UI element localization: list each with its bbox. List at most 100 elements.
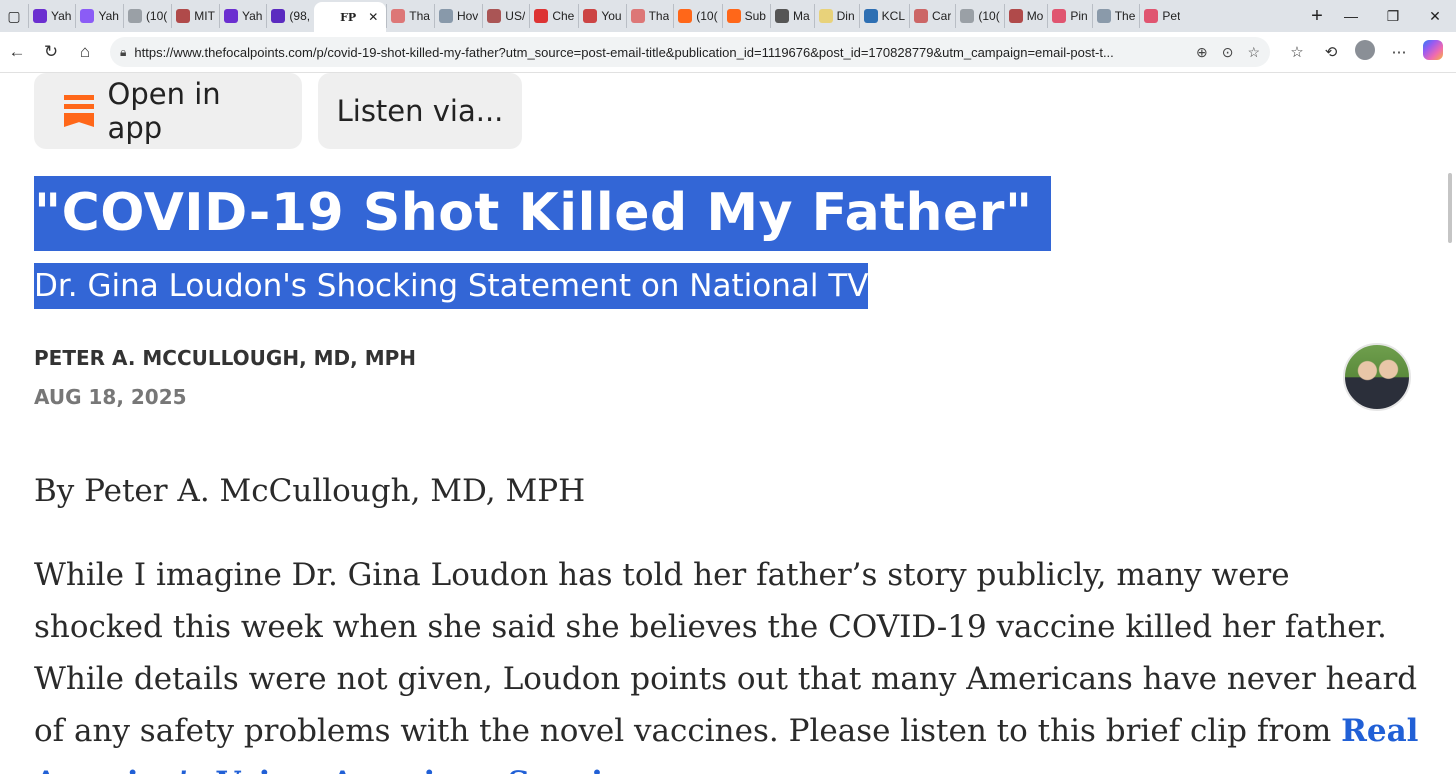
tab[interactable]: Din <box>813 4 859 28</box>
tab[interactable]: Tha <box>625 4 674 28</box>
favorites-icon[interactable]: ☆ <box>1280 43 1314 61</box>
back-icon[interactable]: ← <box>0 42 34 62</box>
tab-label: Tha <box>648 9 670 23</box>
tab[interactable]: Car <box>909 4 955 28</box>
refresh-icon[interactable]: ↻ <box>34 42 68 62</box>
more-tools-icon[interactable]: ⊙ <box>1222 44 1234 61</box>
post-subtitle: Dr. Gina Loudon's Shocking Statement on … <box>34 263 869 309</box>
gp-icon <box>1096 9 1111 23</box>
restore-icon[interactable]: ❐ <box>1372 8 1414 25</box>
tab-label: Tha <box>409 9 430 23</box>
mail-icon <box>176 9 191 23</box>
zoom-icon[interactable]: ⊕ <box>1196 44 1208 61</box>
tab[interactable]: (10( <box>673 4 721 28</box>
mail-icon <box>1008 9 1023 23</box>
tab[interactable]: You <box>578 4 625 28</box>
site-icon <box>818 9 833 23</box>
lock-icon[interactable]: 🔒︎ <box>120 45 126 60</box>
scrollbar[interactable] <box>1448 173 1452 243</box>
tab-label: FP <box>340 10 357 24</box>
window-controls: — ❐ ✕ <box>1330 8 1456 25</box>
tab-label: MIT <box>194 9 215 23</box>
tab-label: Hov <box>456 9 479 23</box>
home-icon[interactable]: ⌂ <box>68 42 102 62</box>
site-icon <box>583 9 598 23</box>
tab-label: (10( <box>145 9 168 23</box>
tab[interactable]: Sub <box>721 4 770 28</box>
tab-label: Yah <box>241 9 263 23</box>
tab[interactable]: (10( <box>955 4 1003 28</box>
history-icon[interactable]: ⟲ <box>1314 43 1348 61</box>
menu-icon[interactable]: ⋯ <box>1382 43 1416 61</box>
profile-avatar[interactable] <box>1348 40 1382 64</box>
tab[interactable]: Pet <box>1139 4 1184 28</box>
tab-active[interactable]: FP ✕ <box>314 2 387 32</box>
article-byline: By Peter A. McCullough, MD, MPH <box>34 473 586 509</box>
site-icon <box>391 9 406 23</box>
author-name[interactable]: PETER A. MCCULLOUGH, MD, MPH <box>34 346 416 370</box>
shield-icon <box>534 9 549 23</box>
wordpress-icon <box>863 9 878 23</box>
tab-label: (10( <box>696 9 718 23</box>
tab[interactable]: Che <box>529 4 578 28</box>
tab[interactable]: Yah <box>75 4 122 28</box>
yahoo-icon <box>80 9 95 23</box>
browser-toolbar: ← ↻ ⌂ 🔒︎ https://www.thefocalpoints.com/… <box>0 32 1456 73</box>
tab[interactable]: Yah <box>218 4 266 28</box>
post-title: "COVID-19 Shot Killed My Father" <box>34 176 1051 251</box>
tab-label: Yah <box>51 9 72 23</box>
address-bar[interactable]: 🔒︎ https://www.thefocalpoints.com/p/covi… <box>110 37 1270 67</box>
substack-icon <box>726 9 741 23</box>
yahoo-icon <box>33 9 47 23</box>
app-buttons: Open in app Listen via... <box>34 73 522 149</box>
tab[interactable]: Ma <box>769 4 814 28</box>
post-subtitle-text: Dr. Gina Loudon's Shocking Statement on … <box>34 263 869 309</box>
favorite-star-icon[interactable]: ☆ <box>1247 44 1260 61</box>
page-content: Open in app Listen via... "COVID-19 Shot… <box>0 73 1456 774</box>
minimize-icon[interactable]: — <box>1330 8 1372 24</box>
article-body: By Peter A. McCullough, MD, MPH While I … <box>34 473 1424 774</box>
post-date: AUG 18, 2025 <box>34 385 187 409</box>
tab-label: Ma <box>792 9 810 23</box>
tab[interactable]: (10( <box>122 4 171 28</box>
tab-label: Mo <box>1026 9 1044 23</box>
tab-label: Sub <box>744 9 766 23</box>
tab[interactable]: Mo <box>1003 4 1048 28</box>
close-window-icon[interactable]: ✕ <box>1414 8 1456 25</box>
tab-label: Pin <box>1070 9 1088 23</box>
tab-label: Che <box>552 9 575 23</box>
tab[interactable]: Yah <box>28 4 75 28</box>
tab[interactable]: The <box>1091 4 1140 28</box>
tab-label: US/ <box>505 9 526 23</box>
fp-icon <box>960 9 975 23</box>
tab[interactable]: KCL <box>858 4 909 28</box>
fp-icon <box>127 9 142 23</box>
site-icon <box>438 9 453 23</box>
article-paragraph: While I imagine Dr. Gina Loudon has told… <box>34 549 1424 774</box>
tab-actions-icon[interactable]: ▢ <box>0 0 28 32</box>
listen-via-label: Listen via... <box>336 94 504 128</box>
tab-list: Yah Yah (10(MIT Yah (98, FP ✕ Tha Hov US/Che You Th… <box>28 0 1304 32</box>
yahoo-icon <box>223 9 238 23</box>
copilot-icon[interactable] <box>1416 40 1450 64</box>
tab-label: KCL <box>881 9 905 23</box>
tab[interactable]: Tha <box>386 4 434 28</box>
tab[interactable]: (98, <box>266 4 314 28</box>
tab-label: Yah <box>98 9 119 23</box>
video-icon <box>1144 9 1159 23</box>
url-text[interactable]: https://www.thefocalpoints.com/p/covid-1… <box>134 45 1182 60</box>
author-avatar[interactable] <box>1343 343 1411 411</box>
open-in-app-button[interactable]: Open in app <box>34 73 302 149</box>
tab[interactable]: US/ <box>482 4 529 28</box>
nyt-icon <box>774 9 789 23</box>
tab-label: Car <box>932 9 952 23</box>
paragraph-text: While I imagine Dr. Gina Loudon has told… <box>34 557 1418 749</box>
tab[interactable]: Pin <box>1047 4 1091 28</box>
substack-icon <box>64 95 94 127</box>
tab[interactable]: Hov <box>433 4 482 28</box>
close-tab-icon[interactable]: ✕ <box>368 10 378 24</box>
tab[interactable]: MIT <box>171 4 219 28</box>
new-tab-button[interactable]: + <box>1304 5 1330 28</box>
listen-via-button[interactable]: Listen via... <box>318 73 522 149</box>
envelope-icon <box>271 9 286 23</box>
